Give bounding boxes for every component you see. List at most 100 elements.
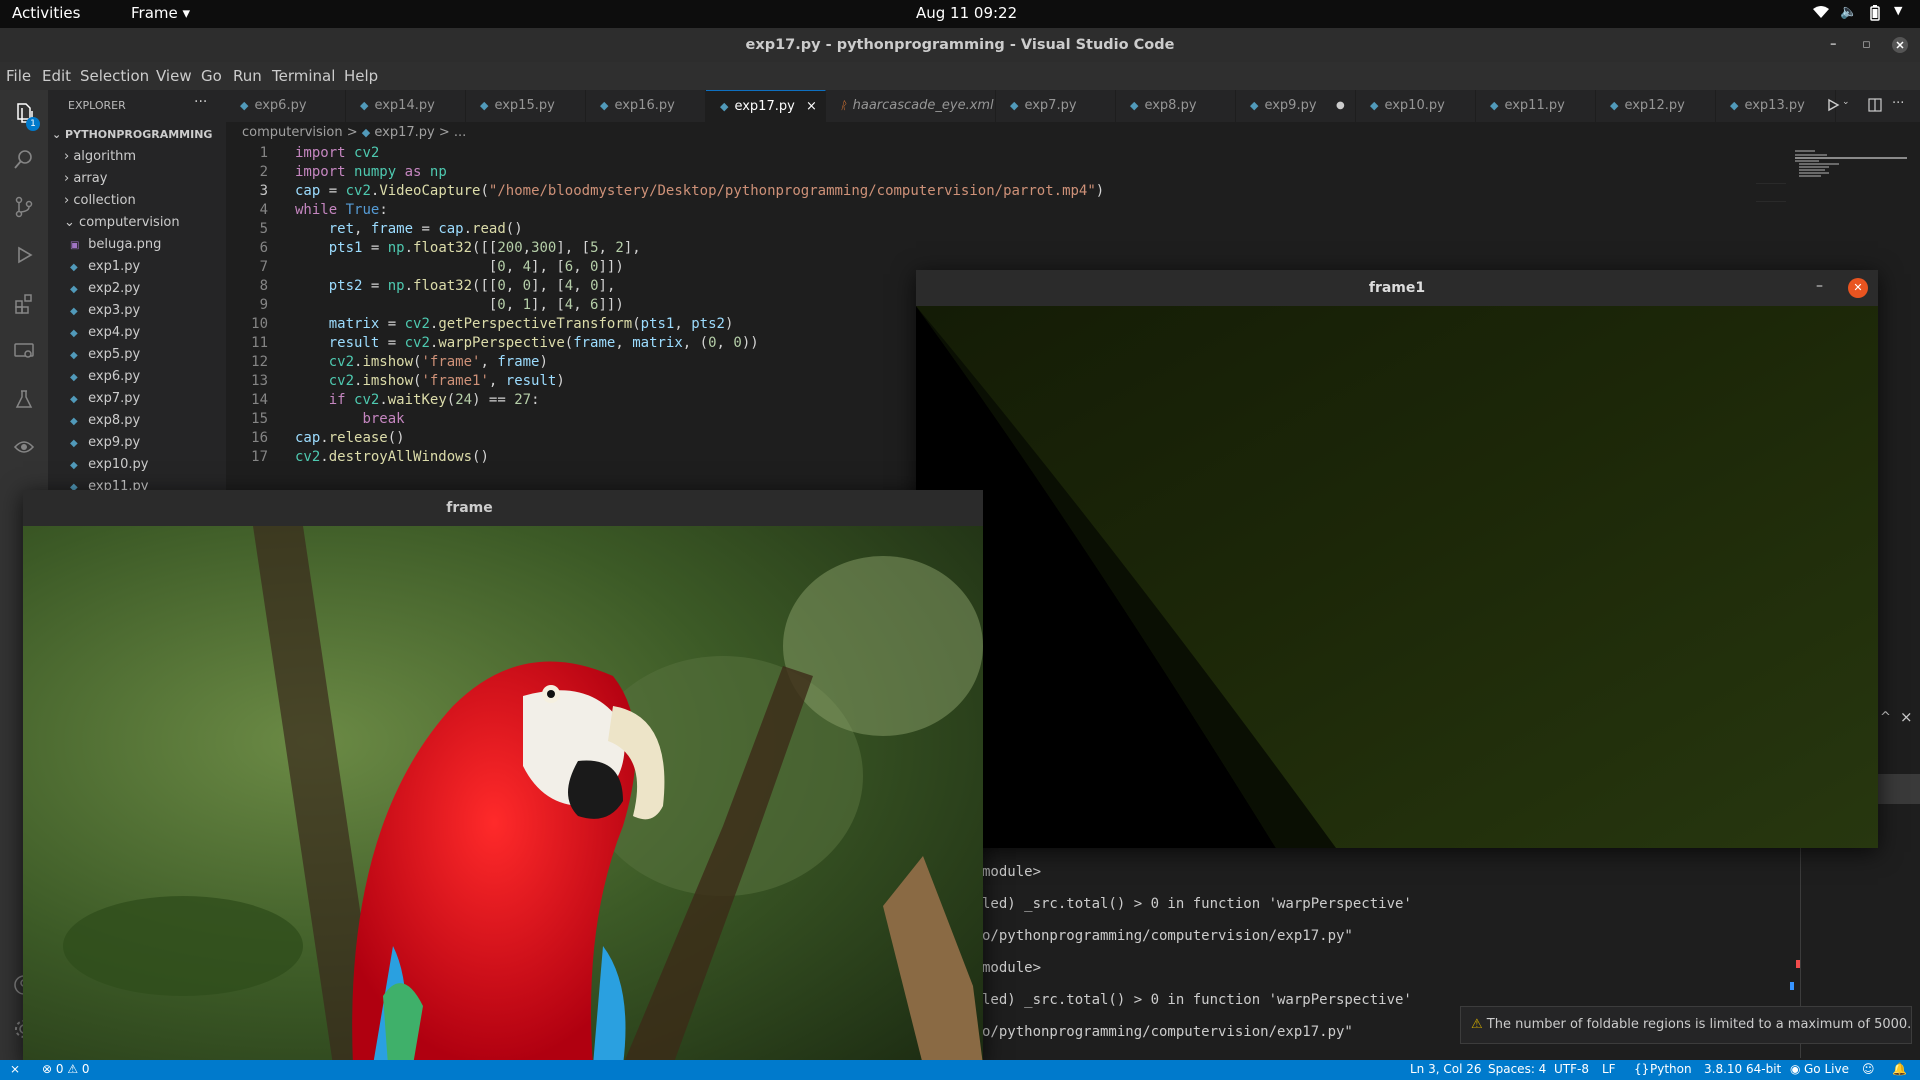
- tab-exp6[interactable]: ◆ exp6.py: [226, 90, 346, 122]
- minimize-window-icon[interactable]: –: [1816, 278, 1823, 294]
- code-line[interactable]: cap.release(): [295, 429, 405, 448]
- file-encoding[interactable]: UTF-8: [1554, 1062, 1589, 1076]
- code-line[interactable]: cv2.imshow('frame', frame): [295, 353, 548, 372]
- opencv-window-frame[interactable]: frame: [23, 490, 983, 1065]
- problems-count[interactable]: ⊗ 0 ⚠ 0: [42, 1062, 90, 1076]
- file-exp3[interactable]: ◆ exp3.py: [48, 300, 226, 322]
- extensions-icon[interactable]: [12, 292, 36, 316]
- search-icon[interactable]: [12, 148, 36, 172]
- clock[interactable]: Aug 11 09:22: [916, 4, 1017, 22]
- close-window-icon[interactable]: ✕: [1848, 278, 1868, 298]
- code-line[interactable]: break: [295, 410, 404, 429]
- code-line[interactable]: matrix = cv2.getPerspectiveTransform(pts…: [295, 315, 734, 334]
- code-line[interactable]: result = cv2.warpPerspective(frame, matr…: [295, 334, 759, 353]
- code-line[interactable]: cv2.imshow('frame1', result): [295, 372, 565, 391]
- indentation[interactable]: Spaces: 4: [1488, 1062, 1546, 1076]
- file-exp10[interactable]: ◆ exp10.py: [48, 454, 226, 476]
- code-line[interactable]: cv2.destroyAllWindows(): [295, 448, 489, 467]
- menu-edit[interactable]: Edit: [42, 67, 71, 85]
- file-exp1[interactable]: ◆ exp1.py: [48, 256, 226, 278]
- folder-array[interactable]: › array: [48, 168, 226, 190]
- menu-selection[interactable]: Selection: [80, 67, 149, 85]
- system-menu-chevron-icon[interactable]: ▼: [1894, 4, 1902, 17]
- folder-collection[interactable]: › collection: [48, 190, 226, 212]
- notification-toast[interactable]: ⚠ The number of foldable regions is limi…: [1460, 1006, 1912, 1044]
- menu-help[interactable]: Help: [344, 67, 378, 85]
- notifications-bell-icon[interactable]: 🔔: [1892, 1062, 1907, 1076]
- code-line[interactable]: [0, 4], [6, 0]]): [295, 258, 624, 277]
- gitlens-icon[interactable]: [12, 436, 36, 460]
- menu-view[interactable]: View: [156, 67, 192, 85]
- breadcrumb-folder[interactable]: computervision: [242, 125, 343, 140]
- menu-run[interactable]: Run: [233, 67, 262, 85]
- file-exp8[interactable]: ◆ exp8.py: [48, 410, 226, 432]
- breadcrumb-symbols[interactable]: > ...: [439, 125, 466, 140]
- python-interpreter[interactable]: 3.8.10 64-bit: [1704, 1062, 1781, 1076]
- close-tab-icon[interactable]: ×: [806, 91, 817, 123]
- tab-exp9[interactable]: ◆ exp9.py ●: [1236, 90, 1356, 122]
- folder-computervision[interactable]: ⌄ computervision: [48, 212, 226, 234]
- tab-exp7[interactable]: ◆ exp7.py: [996, 90, 1116, 122]
- unsaved-dot-icon[interactable]: ●: [1336, 90, 1345, 122]
- go-live-button[interactable]: Go Live: [1804, 1062, 1849, 1076]
- remote-indicator-icon[interactable]: ⨯: [10, 1062, 20, 1076]
- code-line[interactable]: while True:: [295, 201, 388, 220]
- run-file-play-icon[interactable]: [1826, 98, 1840, 116]
- run-debug-icon[interactable]: [12, 244, 36, 268]
- code-line[interactable]: pts2 = np.float32([[0, 0], [4, 0],: [295, 277, 616, 296]
- cursor-position[interactable]: Ln 3, Col 26: [1410, 1062, 1482, 1076]
- maximize-window-icon[interactable]: ▫: [1862, 28, 1871, 62]
- tab-exp16[interactable]: ◆ exp16.py: [586, 90, 706, 122]
- close-panel-icon[interactable]: ×: [1900, 708, 1913, 726]
- end-of-line[interactable]: LF: [1602, 1062, 1616, 1076]
- more-actions-icon[interactable]: ···: [1892, 96, 1904, 111]
- tab-exp13[interactable]: ◆ exp13.py: [1716, 90, 1836, 122]
- source-control-icon[interactable]: [12, 196, 36, 220]
- code-line[interactable]: if cv2.waitKey(24) == 27:: [295, 391, 540, 410]
- panel-scrollbar[interactable]: [1878, 774, 1920, 804]
- file-exp11[interactable]: ◆ exp11.py: [48, 476, 226, 490]
- run-dropdown-chevron-icon[interactable]: ⌄: [1842, 97, 1850, 107]
- tab-exp8[interactable]: ◆ exp8.py: [1116, 90, 1236, 122]
- file-beluga[interactable]: ▣ beluga.png: [48, 234, 226, 256]
- file-exp4[interactable]: ◆ exp4.py: [48, 322, 226, 344]
- tab-exp15[interactable]: ◆ exp15.py: [466, 90, 586, 122]
- wifi-icon[interactable]: [1812, 5, 1830, 23]
- menu-file[interactable]: File: [6, 67, 31, 85]
- tab-exp11[interactable]: ◆ exp11.py: [1476, 90, 1596, 122]
- battery-icon[interactable]: [1870, 5, 1880, 25]
- tab-exp10[interactable]: ◆ exp10.py: [1356, 90, 1476, 122]
- explorer-more-actions[interactable]: ···: [194, 94, 207, 110]
- workspace-root[interactable]: ⌄ PYTHONPROGRAMMING: [48, 124, 226, 146]
- code-line[interactable]: import numpy as np: [295, 163, 447, 182]
- menu-terminal[interactable]: Terminal: [272, 67, 335, 85]
- close-window-icon[interactable]: [1892, 28, 1908, 62]
- file-exp2[interactable]: ◆ exp2.py: [48, 278, 226, 300]
- menu-go[interactable]: Go: [201, 67, 222, 85]
- code-line[interactable]: [0, 1], [4, 6]]): [295, 296, 624, 315]
- code-line[interactable]: pts1 = np.float32([[200,300], [5, 2],: [295, 239, 641, 258]
- code-line[interactable]: cap = cv2.VideoCapture("/home/bloodmyste…: [295, 182, 1104, 201]
- file-exp9[interactable]: ◆ exp9.py: [48, 432, 226, 454]
- language-mode[interactable]: Python: [1650, 1062, 1692, 1076]
- app-menu[interactable]: Frame ▾: [131, 4, 190, 22]
- folder-algorithm[interactable]: › algorithm: [48, 146, 226, 168]
- code-line[interactable]: ret, frame = cap.read(): [295, 220, 523, 239]
- file-exp7[interactable]: ◆ exp7.py: [48, 388, 226, 410]
- activities-button[interactable]: Activities: [12, 4, 80, 22]
- file-exp6[interactable]: ◆ exp6.py: [48, 366, 226, 388]
- tab-haarcascade[interactable]: ᚱ haarcascade_eye.xml: [826, 90, 996, 122]
- opencv-window-frame1[interactable]: frame1 – ✕: [916, 270, 1878, 848]
- minimize-window-icon[interactable]: –: [1830, 28, 1837, 62]
- feedback-icon[interactable]: ☺: [1862, 1062, 1875, 1076]
- tab-exp12[interactable]: ◆ exp12.py: [1596, 90, 1716, 122]
- remote-explorer-icon[interactable]: [12, 340, 36, 364]
- minimap[interactable]: [1795, 146, 1907, 186]
- code-line[interactable]: import cv2: [295, 144, 379, 163]
- file-exp5[interactable]: ◆ exp5.py: [48, 344, 226, 366]
- testing-flask-icon[interactable]: [12, 388, 36, 412]
- maximize-panel-chevron-icon[interactable]: ^: [1880, 710, 1891, 725]
- breadcrumb-file[interactable]: exp17.py: [374, 125, 434, 140]
- tab-exp17[interactable]: ◆ exp17.py ×: [706, 90, 826, 122]
- volume-icon[interactable]: 🔈: [1840, 4, 1857, 20]
